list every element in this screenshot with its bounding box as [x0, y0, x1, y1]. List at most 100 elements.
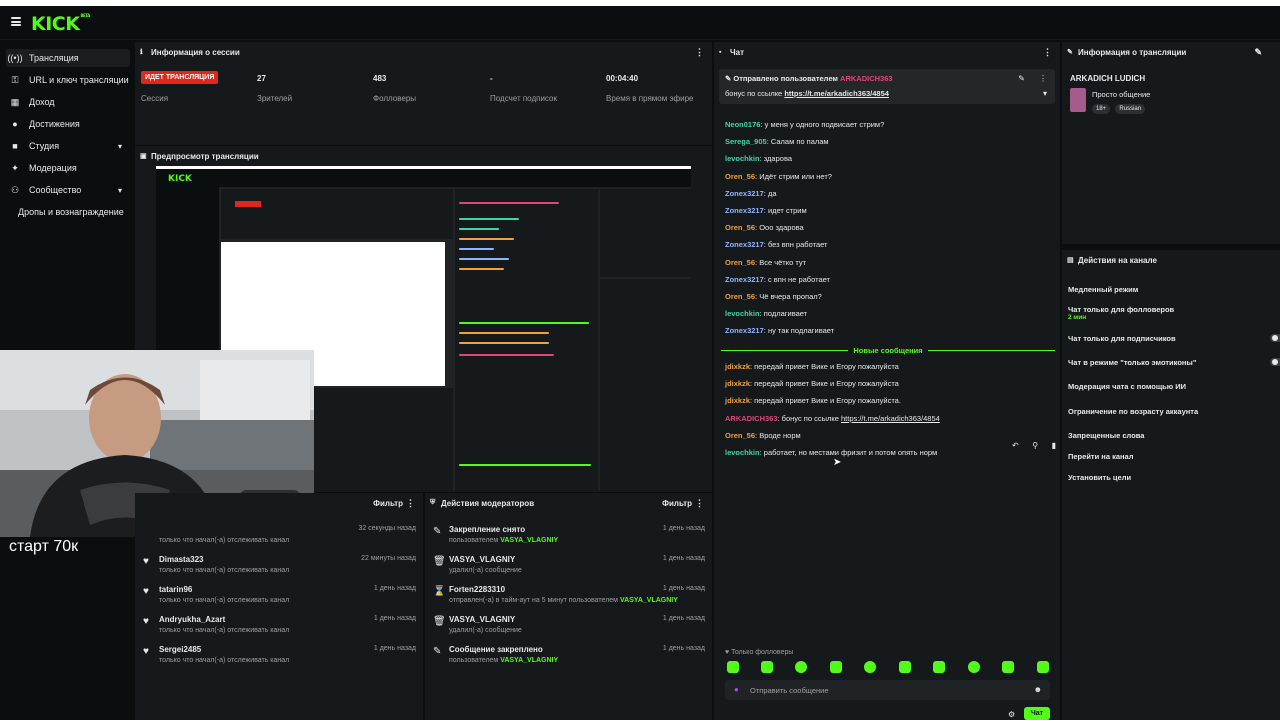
slow-mode-action[interactable]: Медленный режим [1068, 285, 1138, 294]
kick-logo[interactable]: KICKBETA [31, 13, 90, 35]
pinned-header: ✎ Отправлено пользователем ARKADICH363 [725, 74, 893, 83]
menu-icon[interactable] [11, 17, 21, 26]
banned-words-action[interactable]: Запрещенные слова [1068, 431, 1144, 440]
chat-username[interactable]: Oren_56 [725, 223, 755, 232]
settings-icon[interactable]: ⚙ [1008, 710, 1015, 719]
age-limit-action[interactable]: Ограничение по возрасту аккаунта [1068, 407, 1198, 416]
emote-icon[interactable] [899, 661, 911, 673]
new-messages-separator: Новые сообщения [721, 345, 1056, 355]
go-to-channel-action[interactable]: Перейти на канал [1068, 452, 1133, 461]
pinned-link[interactable]: https://t.me/arkadich363/4854 [784, 89, 889, 98]
chat-username[interactable]: Zonex3217 [725, 326, 764, 335]
stat-value: - [490, 74, 493, 83]
pin-icon[interactable]: ⚲ [1032, 441, 1038, 451]
follower-row: ♥ Dimasta323 только что начал(-а) отслеж… [135, 553, 423, 583]
chat-username[interactable]: Oren_56 [725, 258, 755, 267]
chat-username[interactable]: Oren_56 [725, 172, 755, 181]
chat-username[interactable]: Zonex3217 [725, 240, 764, 249]
chat-username[interactable]: Zonex3217 [725, 189, 764, 198]
stat-value: 483 [373, 74, 387, 83]
sidebar-item-url-key[interactable]: ⚿ URL и ключ трансляции [6, 71, 130, 89]
chat-username[interactable]: Zonex3217 [725, 206, 764, 215]
sidebar-item-label: Модерация [29, 163, 77, 173]
chat-input-placeholder: Отправить сообщение [750, 686, 829, 695]
preview-line [459, 332, 549, 334]
more-icon[interactable]: ⋮ [1043, 47, 1052, 58]
emote-only-action[interactable]: Чат в режиме "только эмотиконы" [1068, 358, 1196, 367]
subs-only-action[interactable]: Чат только для подписчиков [1068, 334, 1176, 343]
chat-username[interactable]: levochkin [725, 154, 760, 163]
follower-name[interactable]: Andryukha_Azart [159, 615, 225, 624]
emote-icon[interactable] [933, 661, 945, 673]
live-stat: ИДЕТ ТРАНСЛЯЦИЯ Сессия [141, 71, 219, 103]
emoji-icon[interactable]: ☻ [1034, 685, 1042, 694]
more-icon[interactable]: ⋮ [695, 498, 704, 509]
chevron-down-icon[interactable]: ▾ [1043, 89, 1047, 98]
reply-icon[interactable]: ↶ [1012, 441, 1019, 451]
chat-username[interactable]: jdixkzk [725, 379, 750, 388]
sidebar-item-moderation[interactable]: ✦ Модерация [6, 159, 130, 177]
set-goals-action[interactable]: Установить цели [1068, 473, 1131, 482]
preview-chat-panel [455, 189, 598, 491]
emote-icon[interactable] [795, 661, 807, 673]
send-chat-button[interactable]: Чат [1024, 707, 1050, 720]
filter-button[interactable]: Фильтр [373, 499, 403, 508]
sidebar-item-drops[interactable]: Дропы и вознаграждение [6, 203, 130, 221]
follower-sub: только что начал(-а) отслеживать канал [159, 627, 290, 634]
emote-icon[interactable] [727, 661, 739, 673]
more-icon[interactable]: ⋮ [1039, 74, 1047, 83]
trash-icon[interactable]: ▮ [1052, 441, 1056, 451]
chat-username[interactable]: jdixkzk [725, 396, 750, 405]
chat-username[interactable]: Neon0176 [725, 120, 760, 129]
pinned-user[interactable]: ARKADICH363 [840, 74, 893, 83]
emote-only-toggle[interactable] [1270, 358, 1280, 366]
sidebar-item-community[interactable]: ⚇ Сообщество ▾ [6, 181, 130, 199]
chat-username[interactable]: Oren_56 [725, 292, 755, 301]
mouse-cursor-icon: ➤ [833, 457, 842, 468]
emote-icon[interactable] [864, 661, 876, 673]
pinned-message[interactable]: ✎ Отправлено пользователем ARKADICH363 б… [719, 69, 1055, 104]
chat-message: Zonex3217: с впн не работает [725, 275, 830, 284]
trash-icon: 🗑 [433, 616, 446, 627]
chat-username[interactable]: levochkin [725, 309, 760, 318]
chat-username[interactable]: levochkin [725, 448, 760, 457]
followers-only-action[interactable]: Чат только для фолловеров [1068, 305, 1174, 314]
chat-username[interactable]: Serega_905 [725, 137, 767, 146]
sidebar-item-broadcast[interactable]: ((•)) Трансляция [6, 49, 130, 67]
preview-icon: ▣ [140, 153, 147, 160]
pin-toggle-icon[interactable]: ✎ [1018, 74, 1025, 83]
sidebar-item-studio[interactable]: ■ Студия ▾ [6, 137, 130, 155]
emote-icon[interactable] [830, 661, 842, 673]
emote-icon[interactable] [1002, 661, 1014, 673]
sidebar-item-achievements[interactable]: ● Достижения [6, 115, 130, 133]
preview-line [459, 202, 559, 204]
follower-name[interactable]: Sergei2485 [159, 645, 201, 654]
emote-icon[interactable] [761, 661, 773, 673]
preview-live-badge [235, 201, 261, 207]
broadcast-icon: ((•)) [7, 53, 23, 63]
emote-icon[interactable] [1037, 661, 1049, 673]
ai-moderation-action[interactable]: Модерация чата с помощью ИИ [1068, 382, 1186, 391]
chat-message: Oren_56: Все чётко тут [725, 258, 806, 267]
panel-header: Фильтр ⋮ [135, 493, 423, 513]
more-icon[interactable]: ⋮ [695, 47, 704, 58]
edit-icon[interactable]: ✎ [1254, 47, 1262, 58]
chat-link[interactable]: https://t.me/arkadich363/4854 [841, 414, 940, 423]
emote-icon[interactable] [968, 661, 980, 673]
chat-username[interactable]: ARKADICH363 [725, 414, 778, 423]
chat-text: : без впн работает [763, 240, 828, 250]
more-icon[interactable]: ⋮ [406, 498, 415, 509]
mod-action-row: ⌛ Forten2283310 отправлен(-а) в тайм-аут… [425, 583, 712, 613]
chat-username[interactable]: Zonex3217 [725, 275, 764, 284]
chat-input[interactable]: ● Отправить сообщение ☻ [725, 680, 1050, 700]
follower-name[interactable]: tatarin96 [159, 585, 192, 594]
chat-username[interactable]: jdixkzk [725, 362, 750, 371]
chat-message: Zonex3217: ну так подлагивает [725, 326, 834, 335]
chat-username[interactable]: Oren_56 [725, 431, 755, 440]
sidebar-item-label: Дропы и вознаграждение [18, 207, 124, 217]
filter-button[interactable]: Фильтр [662, 499, 692, 508]
preview-actions-panel [600, 279, 691, 491]
subs-only-toggle[interactable] [1270, 334, 1280, 342]
follower-name[interactable]: Dimasta323 [159, 555, 203, 564]
sidebar-item-revenue[interactable]: ▦ Доход [6, 93, 130, 111]
